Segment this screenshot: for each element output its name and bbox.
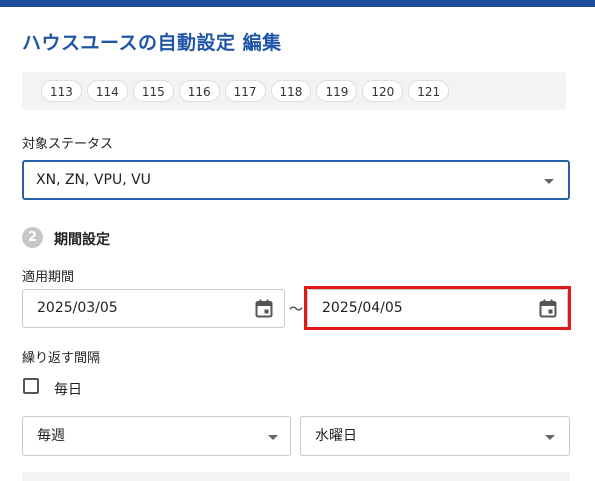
- calendar-icon[interactable]: [255, 299, 273, 318]
- date-range-separator: ～: [289, 302, 303, 318]
- room-chip: 121: [408, 80, 450, 102]
- weekday-select-value: 水曜日: [315, 428, 357, 444]
- room-chip: 113: [41, 80, 82, 102]
- status-label: 対象ステータス: [22, 137, 114, 152]
- end-date-highlight-box: [304, 286, 571, 330]
- room-chip: 115: [132, 80, 174, 102]
- chevron-down-icon: [268, 435, 278, 440]
- top-accent-bar: [0, 0, 595, 7]
- room-chip: 116: [178, 80, 220, 102]
- frequency-select[interactable]: 毎週: [22, 416, 291, 456]
- page-title: ハウスユースの自動設定 編集: [22, 32, 282, 54]
- weekday-select[interactable]: 水曜日: [300, 416, 570, 456]
- frequency-select-value: 毎週: [37, 428, 65, 444]
- daily-checkbox-label[interactable]: 毎日: [54, 379, 82, 399]
- start-date-input[interactable]: 2025/03/05: [22, 289, 285, 328]
- step-number-badge: 2: [22, 227, 43, 248]
- status-select[interactable]: XN, ZN, VPU, VU: [22, 160, 570, 200]
- daily-checkbox[interactable]: [23, 378, 39, 394]
- chip-list: 113 114 115 116 117 118 119 120 121: [41, 80, 450, 102]
- room-chip: 120: [362, 80, 404, 102]
- chevron-down-icon: [544, 179, 554, 184]
- repeat-label: 繰り返す間隔: [22, 351, 101, 366]
- start-date-value: 2025/03/05: [37, 300, 118, 316]
- section-title-period: 期間設定: [54, 232, 110, 248]
- chevron-down-icon: [545, 435, 555, 440]
- status-select-value: XN, ZN, VPU, VU: [36, 172, 151, 188]
- room-chip: 118: [270, 80, 312, 102]
- range-label: 適用期間: [22, 270, 75, 285]
- room-chip: 114: [86, 80, 128, 102]
- room-chip: 117: [224, 80, 266, 102]
- next-section-panel: [22, 472, 570, 481]
- chip-panel: 113 114 115 116 117 118 119 120 121: [22, 72, 566, 110]
- room-chip: 119: [316, 80, 358, 102]
